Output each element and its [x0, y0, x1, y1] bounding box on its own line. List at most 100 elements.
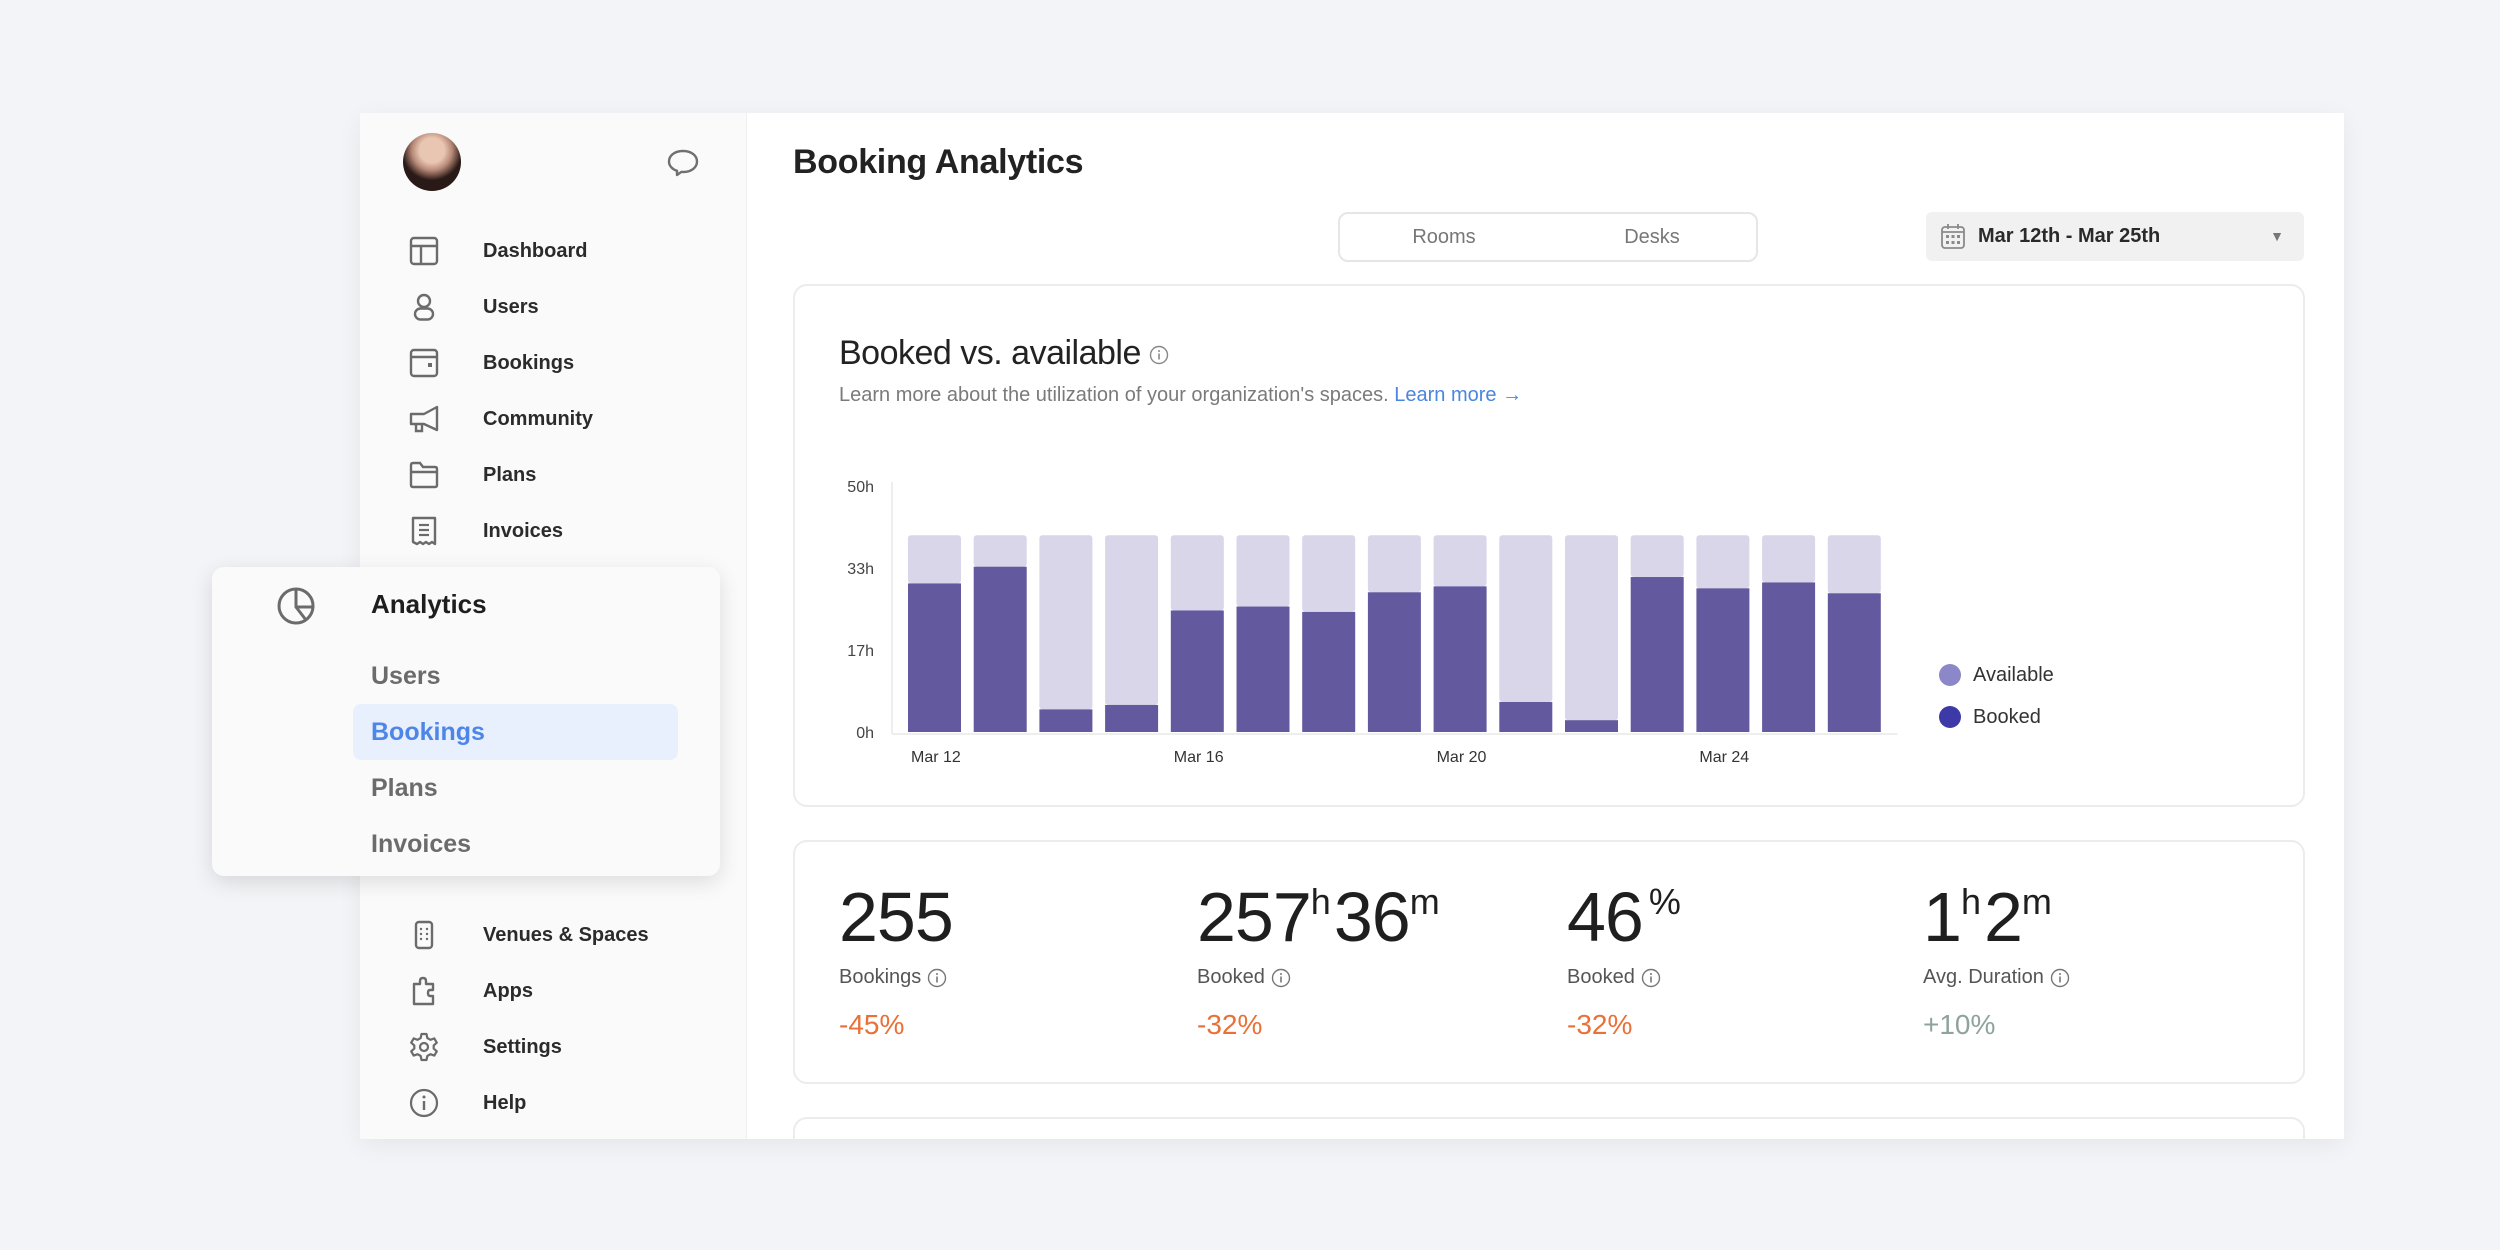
- tab-rooms[interactable]: Rooms: [1340, 214, 1548, 260]
- legend-label: Available: [1973, 663, 2054, 686]
- building-icon: [414, 920, 434, 950]
- bar-booked: [1302, 611, 1356, 732]
- flyout-item-invoices[interactable]: Invoices: [353, 816, 678, 872]
- bar-available: [1236, 535, 1290, 607]
- info-icon[interactable]: [927, 968, 947, 988]
- info-icon[interactable]: [1641, 968, 1661, 988]
- main-content: Booking Analytics Rooms Desks Mar 12th -…: [748, 113, 2344, 1139]
- stat-number: 46: [1567, 878, 1644, 956]
- puzzle-icon: [412, 976, 435, 1006]
- bar-available: [1630, 535, 1684, 578]
- y-tick-label: 50h: [847, 479, 874, 496]
- stat-number: 257: [1197, 878, 1312, 956]
- receipt-icon: [411, 516, 437, 546]
- bar-available: [1105, 535, 1159, 705]
- pie-chart-icon: [277, 587, 315, 625]
- bar-available: [1367, 535, 1421, 593]
- bar-booked: [1565, 720, 1618, 732]
- stat-label: Avg. Duration: [1923, 966, 2070, 989]
- x-tick-label: Mar 24: [1699, 749, 1749, 766]
- y-tick-label: 0h: [856, 725, 874, 742]
- stat-delta: -32%: [1197, 1009, 1263, 1040]
- stat-number: 255: [839, 878, 954, 956]
- sidebar-item-bookings[interactable]: Bookings: [360, 339, 747, 387]
- bar-booked: [1039, 709, 1093, 732]
- stat-value: 46%: [1567, 882, 1684, 952]
- megaphone-icon: [409, 405, 439, 433]
- stat-label: Bookings: [839, 966, 953, 989]
- sidebar-item-label: Venues & Spaces: [483, 923, 649, 946]
- tab-desks[interactable]: Desks: [1548, 214, 1756, 260]
- x-tick-label: Mar 20: [1437, 749, 1487, 766]
- stat-avg-duration: 1h2m Avg. Duration +10%: [1923, 882, 2070, 1041]
- gear-icon: [410, 1032, 438, 1062]
- bar-available: [1827, 535, 1881, 594]
- sidebar-item-label: Users: [483, 295, 539, 318]
- legend-swatch-available: [1939, 664, 1961, 686]
- user-icon: [413, 293, 435, 321]
- chart-legend: Available Booked: [1939, 654, 2054, 738]
- stat-label-text: Booked: [1567, 966, 1635, 988]
- stat-label-text: Avg. Duration: [1923, 966, 2044, 988]
- stat-delta: -45%: [839, 1009, 905, 1040]
- bar-available: [1762, 535, 1816, 583]
- stat-number: 36: [1333, 878, 1411, 956]
- sidebar-item-apps[interactable]: Apps: [360, 967, 747, 1015]
- sidebar-item-label: Help: [483, 1091, 527, 1114]
- bar-booked: [1630, 577, 1684, 732]
- stat-bookings: 255 Bookings -45%: [839, 882, 954, 1041]
- stat-label-text: Booked: [1197, 966, 1265, 988]
- flyout-item-plans[interactable]: Plans: [353, 760, 678, 816]
- bar-available: [1302, 535, 1356, 612]
- sidebar-item-label: Bookings: [483, 351, 575, 374]
- next-card-partial: [793, 1117, 2305, 1139]
- sidebar-item-label: Dashboard: [483, 239, 588, 262]
- bar-booked: [1236, 606, 1290, 732]
- legend-item-available: Available: [1939, 654, 2054, 696]
- chat-bubble-icon[interactable]: [666, 148, 700, 178]
- calendar-card-icon: [409, 348, 439, 378]
- stat-label-text: Bookings: [839, 966, 922, 988]
- stat-unit: m: [2021, 881, 2052, 922]
- bar-available: [908, 535, 961, 584]
- sidebar-item-plans[interactable]: Plans: [360, 451, 747, 499]
- bar-available: [1565, 535, 1618, 721]
- stat-booked-percent: 46% Booked -32%: [1567, 882, 1684, 1041]
- stat-unit: h: [1310, 881, 1331, 922]
- stat-label: Booked: [1197, 966, 1443, 989]
- bar-available: [1170, 535, 1224, 611]
- sidebar-item-invoices[interactable]: Invoices: [360, 507, 747, 555]
- sidebar-item-settings[interactable]: Settings: [360, 1023, 747, 1071]
- bar-available: [973, 535, 1027, 567]
- flyout-item-bookings[interactable]: Bookings: [353, 704, 678, 760]
- sidebar-item-help[interactable]: Help: [360, 1079, 747, 1127]
- stat-label: Booked: [1567, 966, 1684, 989]
- avatar[interactable]: [403, 133, 461, 191]
- calendar-icon: [1941, 224, 1965, 249]
- legend-label: Booked: [1973, 705, 2041, 728]
- flyout-item-users[interactable]: Users: [353, 648, 678, 704]
- sidebar-item-venues-spaces[interactable]: Venues & Spaces: [360, 911, 747, 959]
- info-icon[interactable]: [1271, 968, 1291, 988]
- chevron-down-icon: ▼: [2270, 228, 2284, 244]
- stat-unit: %: [1648, 881, 1681, 922]
- stat-number: 1: [1923, 878, 1962, 956]
- bar-booked: [1170, 610, 1224, 732]
- bar-booked: [973, 566, 1027, 732]
- sidebar-item-community[interactable]: Community: [360, 395, 747, 443]
- date-range-value: Mar 12th - Mar 25th: [1978, 225, 2161, 247]
- bar-booked: [1433, 586, 1487, 732]
- analytics-flyout-menu: Analytics Users Bookings Plans Invoices: [212, 567, 720, 876]
- sidebar-item-label: Settings: [483, 1035, 562, 1058]
- info-icon[interactable]: [2050, 968, 2070, 988]
- legend-item-booked: Booked: [1939, 696, 2054, 738]
- space-type-toggle: Rooms Desks: [1338, 212, 1758, 262]
- sidebar-item-users[interactable]: Users: [360, 283, 747, 331]
- date-range-picker[interactable]: Mar 12th - Mar 25th ▼: [1926, 212, 2304, 261]
- sidebar-item-label: Invoices: [483, 519, 564, 542]
- bar-booked: [1827, 593, 1881, 732]
- stats-card: 255 Bookings -45% 257h36m Booked -32% 46…: [793, 840, 2305, 1084]
- stat-booked-hours: 257h36m Booked -32%: [1197, 882, 1443, 1041]
- y-tick-label: 33h: [847, 561, 874, 578]
- sidebar-item-dashboard[interactable]: Dashboard: [360, 227, 747, 275]
